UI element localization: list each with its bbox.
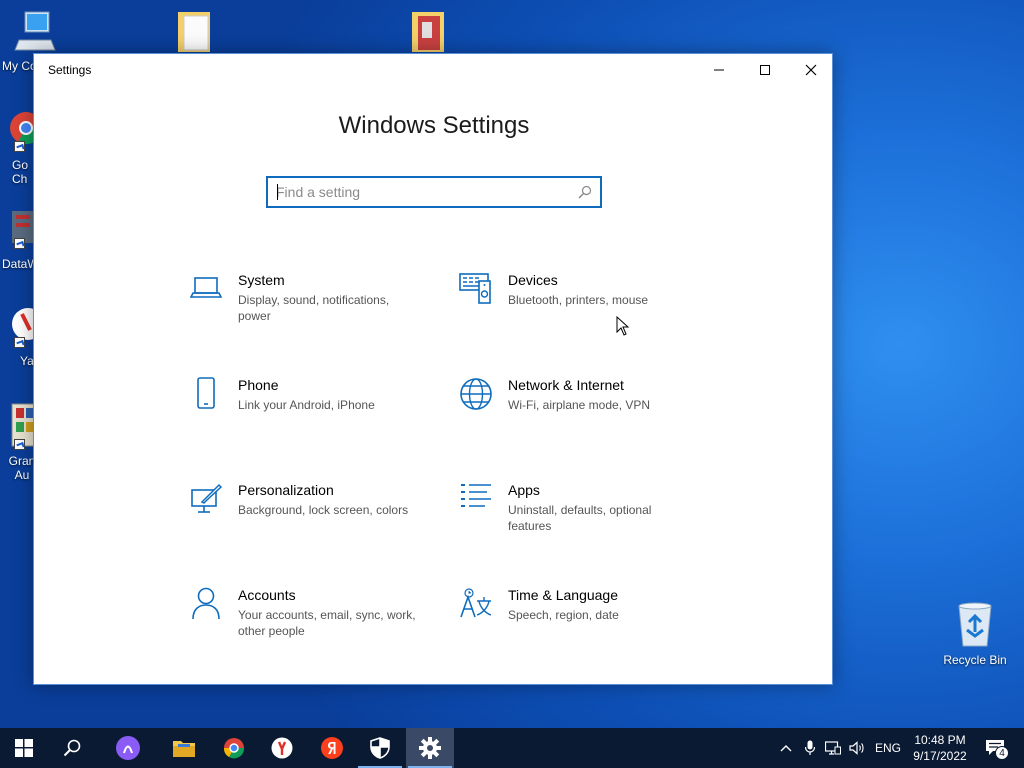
show-hidden-icons-button[interactable] <box>776 728 796 768</box>
tile-apps[interactable]: Apps Uninstall, defaults, optional featu… <box>458 482 698 562</box>
tile-personalization[interactable]: Personalization Background, lock screen,… <box>188 482 428 562</box>
clock-date: 9/17/2022 <box>913 749 967 763</box>
search-taskbar-button[interactable] <box>48 728 96 768</box>
shortcut-arrow-icon <box>14 141 25 152</box>
tile-system[interactable]: System Display, sound, notifications, po… <box>188 272 428 352</box>
yandex-browser-icon <box>271 737 293 759</box>
tile-title: System <box>238 272 285 288</box>
yandex-icon <box>321 737 343 759</box>
search-icon <box>63 739 81 757</box>
search-icon[interactable] <box>578 185 592 199</box>
person-icon <box>192 587 220 620</box>
taskbar-windows-security[interactable] <box>356 728 404 768</box>
tile-description: Your accounts, email, sync, work, other … <box>238 608 416 638</box>
title-bar[interactable]: Settings <box>34 54 832 86</box>
alice-assistant-icon <box>116 736 140 760</box>
folder-icon <box>173 741 195 757</box>
tile-description: Display, sound, notifications, power <box>238 293 390 323</box>
tile-description: Speech, region, date <box>508 608 619 622</box>
desktop-icon-label: Gran Au <box>8 454 36 482</box>
tile-title: Phone <box>238 377 279 393</box>
chevron-up-icon <box>780 745 792 752</box>
action-center-button[interactable]: 4 <box>978 728 1014 768</box>
taskbar-clock[interactable]: 10:48 PM 9/17/2022 <box>904 732 976 764</box>
paint-icon <box>191 483 222 513</box>
laptop-icon <box>190 277 222 298</box>
chrome-icon <box>223 738 245 759</box>
minimize-icon <box>714 69 724 71</box>
taskbar-yandex[interactable] <box>308 728 356 768</box>
tile-title: Network & Internet <box>508 377 624 393</box>
mouse-cursor-icon <box>616 316 630 336</box>
tile-title: Accounts <box>238 587 296 603</box>
tile-description: Link your Android, iPhone <box>238 398 375 412</box>
shield-icon <box>370 737 390 759</box>
desktop-icon-grand-auto[interactable]: Gran Au <box>0 402 38 482</box>
volume-tray-icon[interactable] <box>846 728 868 768</box>
time-language-icon <box>460 588 492 618</box>
taskbar-chrome[interactable] <box>210 728 258 768</box>
taskbar-settings[interactable] <box>406 728 454 768</box>
tile-title: Devices <box>508 272 558 288</box>
desktop-icon-dataw[interactable]: DataW <box>0 205 39 271</box>
desktop-icon-google-chrome[interactable]: Go Ch <box>0 108 38 186</box>
tile-description: Uninstall, defaults, optional features <box>508 503 652 533</box>
input-language-indicator[interactable]: ENG <box>872 728 904 768</box>
devices-icon <box>459 273 491 304</box>
desktop-icon-label: Ya <box>20 354 34 368</box>
microphone-icon <box>805 740 815 755</box>
taskbar-yandex-browser[interactable] <box>258 728 306 768</box>
taskbar: ENG 10:48 PM 9/17/2022 4 <box>0 728 1024 768</box>
computer-icon <box>14 11 56 51</box>
desktop-icon-label: Recycle Bin <box>943 653 1007 667</box>
maximize-icon <box>760 65 770 75</box>
microphone-tray-icon[interactable] <box>800 728 820 768</box>
tile-title: Apps <box>508 482 540 498</box>
network-icon <box>825 741 841 755</box>
search-box[interactable] <box>266 176 602 208</box>
shortcut-arrow-icon <box>14 337 25 348</box>
tile-description: Background, lock screen, colors <box>238 503 409 517</box>
page-title: Windows Settings <box>338 112 530 139</box>
notification-count-badge: 4 <box>995 746 1009 760</box>
windows-logo-icon <box>15 739 33 757</box>
tile-time-language[interactable]: Time & Language Speech, region, date <box>458 587 698 667</box>
tile-phone[interactable]: Phone Link your Android, iPhone <box>188 377 428 457</box>
tile-description: Wi-Fi, airplane mode, VPN <box>508 398 651 412</box>
shortcut-arrow-icon <box>14 439 25 450</box>
folder-icon[interactable] <box>410 8 446 52</box>
recycle-bin-icon <box>958 602 992 647</box>
tile-devices[interactable]: Devices Bluetooth, printers, mouse <box>458 272 698 352</box>
desktop-icon-recycle-bin[interactable]: Recycle Bin <box>940 600 1010 667</box>
tile-accounts[interactable]: Accounts Your accounts, email, sync, wor… <box>188 587 428 667</box>
close-button[interactable] <box>788 54 834 86</box>
tile-network-internet[interactable]: Network & Internet Wi-Fi, airplane mode,… <box>458 377 698 457</box>
maximize-button[interactable] <box>742 54 788 86</box>
phone-icon <box>197 377 215 409</box>
window-title: Settings <box>48 63 92 77</box>
tile-description: Bluetooth, printers, mouse <box>508 293 649 307</box>
tile-title: Personalization <box>238 482 334 498</box>
taskbar-file-explorer[interactable] <box>160 728 208 768</box>
clock-time: 10:48 PM <box>914 733 966 747</box>
minimize-button[interactable] <box>696 54 742 86</box>
gear-icon <box>419 737 441 759</box>
settings-window: Settings Windows Settings System Display… <box>33 53 833 685</box>
globe-icon <box>460 378 492 410</box>
taskbar-alice-assistant[interactable] <box>104 728 152 768</box>
apps-list-icon <box>461 484 491 507</box>
network-tray-icon[interactable] <box>822 728 844 768</box>
text-caret <box>277 184 278 200</box>
start-button[interactable] <box>0 728 48 768</box>
folder-icon[interactable] <box>176 8 212 52</box>
close-icon <box>805 64 817 76</box>
desktop-icon-yandex[interactable]: Ya <box>0 302 36 368</box>
tile-title: Time & Language <box>508 587 618 603</box>
search-input[interactable] <box>276 178 566 206</box>
speaker-icon <box>849 741 864 755</box>
shortcut-arrow-icon <box>14 238 25 249</box>
